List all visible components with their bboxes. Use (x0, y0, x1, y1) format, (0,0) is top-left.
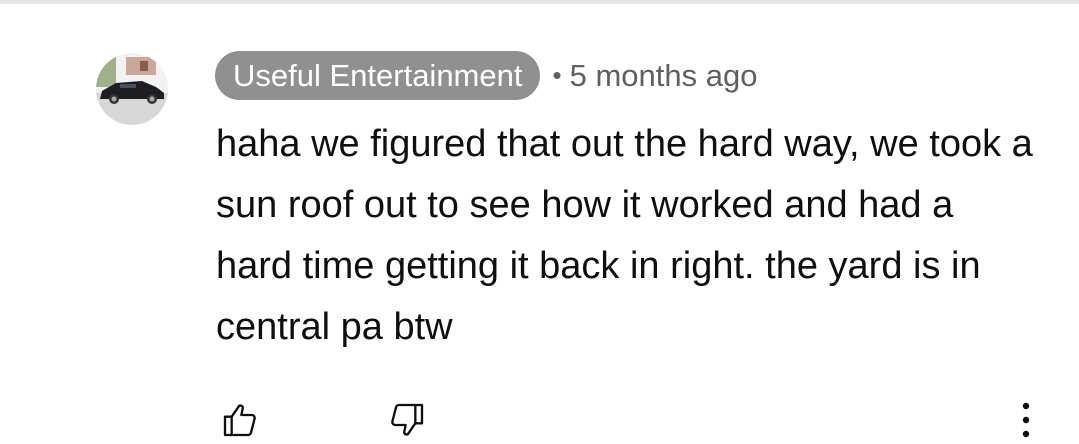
more-actions-button[interactable] (1008, 396, 1044, 444)
avatar[interactable] (96, 53, 168, 125)
separator-dot: • (552, 60, 562, 90)
comment-thread-item: Useful Entertainment • 5 months ago haha… (0, 4, 1079, 441)
comment-header: Useful Entertainment • 5 months ago (215, 51, 757, 100)
thumbs-down-icon (391, 403, 424, 436)
author-name-chip[interactable]: Useful Entertainment (215, 51, 541, 100)
like-button[interactable] (216, 396, 264, 444)
dislike-button[interactable] (383, 396, 431, 444)
car-avatar-icon (96, 53, 168, 125)
more-vert-icon (1022, 402, 1030, 438)
comment-text: haha we figured that out the hard way, w… (216, 123, 1033, 348)
thumbs-up-icon (223, 404, 256, 437)
comment-timestamp[interactable]: 5 months ago (570, 58, 758, 94)
author-name[interactable]: Useful Entertainment (233, 58, 522, 94)
